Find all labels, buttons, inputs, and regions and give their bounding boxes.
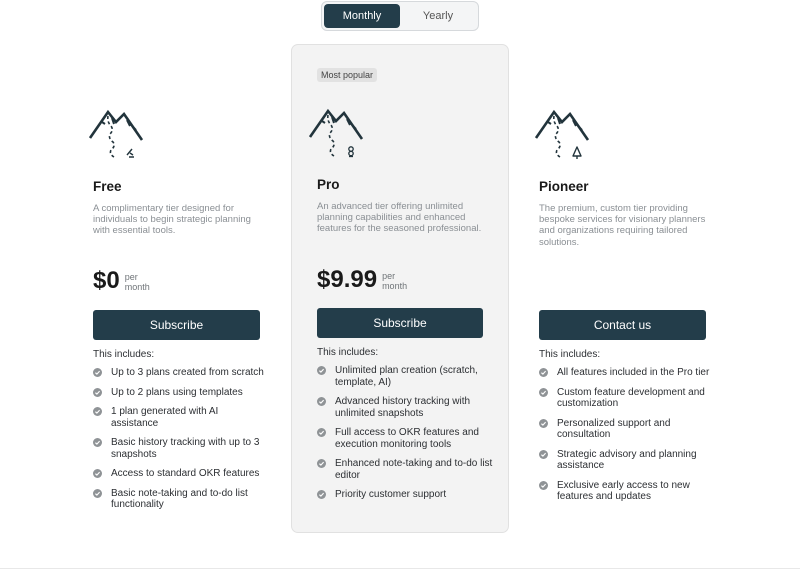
price-period: per month	[382, 271, 408, 291]
check-circle-icon	[93, 438, 102, 447]
check-circle-icon	[317, 490, 326, 499]
plan-card-pioneer: Pioneer The premium, custom tier providi…	[518, 56, 734, 556]
feature-item: Unlimited plan creation (scratch, templa…	[317, 365, 495, 388]
price-block: $0 per month	[93, 266, 150, 296]
feature-spacer	[93, 460, 268, 468]
plan-name: Pro	[317, 177, 340, 192]
feature-item: Enhanced note-taking and to-do list edit…	[317, 458, 495, 481]
feature-spacer	[93, 379, 268, 387]
check-circle-icon	[93, 407, 102, 416]
feature-item: Basic note-taking and to-do list functio…	[93, 488, 268, 511]
subscribe-button[interactable]: Subscribe	[93, 310, 260, 340]
feature-list: Up to 3 plans created from scratch Up to …	[93, 367, 268, 511]
feature-item: All features included in the Pro tier	[539, 367, 714, 379]
mountain-trees-icon	[308, 108, 364, 158]
feature-text: Access to standard OKR features	[111, 468, 260, 479]
subscribe-button[interactable]: Subscribe	[317, 308, 483, 338]
plan-price: $0	[93, 267, 120, 294]
plan-description: The premium, custom tier providing bespo…	[539, 203, 706, 248]
feature-text: Personalized support and consultation	[557, 417, 671, 441]
feature-spacer	[539, 410, 714, 418]
feature-item: Strategic advisory and planning assistan…	[539, 449, 714, 472]
check-circle-icon	[93, 469, 102, 478]
feature-text: Basic note-taking and to-do list functio…	[111, 487, 248, 511]
feature-spacer	[93, 398, 268, 406]
plan-card-pro: Most popular Pro An advanced tier offeri…	[291, 44, 509, 533]
feature-item: Advanced history tracking with unlimited…	[317, 396, 495, 419]
feature-spacer	[317, 481, 495, 489]
most-popular-badge: Most popular	[317, 68, 378, 82]
feature-text: Priority customer support	[335, 489, 447, 500]
plan-name: Pioneer	[539, 179, 589, 194]
includes-label: This includes:	[317, 347, 379, 358]
feature-text: Advanced history tracking with unlimited…	[335, 396, 471, 419]
feature-item: Personalized support and consultation	[539, 418, 714, 441]
feature-text: Up to 2 plans using templates	[111, 386, 243, 398]
feature-text: Enhanced note-taking and to-do list edit…	[335, 458, 493, 481]
feature-spacer	[93, 429, 268, 437]
includes-label: This includes:	[93, 349, 155, 360]
check-circle-icon	[539, 449, 548, 459]
plan-description: An advanced tier offering unlimited plan…	[317, 201, 482, 235]
feature-text: Unlimited plan creation (scratch, templa…	[335, 365, 478, 388]
feature-spacer	[539, 472, 714, 480]
feature-text: Custom feature development and customiza…	[557, 386, 705, 410]
feature-item: Full access to OKR features and executio…	[317, 427, 495, 450]
check-circle-icon	[539, 480, 548, 490]
contact-us-button[interactable]: Contact us	[539, 310, 706, 340]
check-circle-icon	[317, 397, 326, 406]
check-circle-icon	[317, 366, 326, 375]
check-circle-icon	[93, 488, 102, 498]
feature-item: Priority customer support	[317, 489, 495, 501]
feature-text: 1 plan generated with AI assistance	[111, 406, 219, 429]
feature-text: All features included in the Pro tier	[557, 367, 710, 378]
feature-list: All features included in the Pro tier Cus…	[539, 367, 714, 503]
check-circle-icon	[317, 459, 326, 468]
plan-price: $9.99	[317, 266, 378, 293]
feature-list: Unlimited plan creation (scratch, templa…	[317, 365, 495, 501]
feature-item: Exclusive early access to new features a…	[539, 480, 714, 503]
feature-spacer	[539, 379, 714, 387]
feature-text: Exclusive early access to new features a…	[557, 479, 690, 503]
mountain-tree-icon	[534, 109, 590, 159]
feature-text: Full access to OKR features and executio…	[335, 427, 479, 450]
feature-text: Basic history tracking with up to 3 snap…	[111, 437, 260, 460]
feature-text: Strategic advisory and planning assistan…	[557, 448, 697, 472]
check-circle-icon	[93, 387, 102, 397]
mountain-climber-icon	[88, 109, 144, 158]
feature-item: Up to 3 plans created from scratch	[93, 367, 268, 379]
toggle-monthly[interactable]: Monthly	[324, 4, 400, 28]
feature-item: Up to 2 plans using templates	[93, 387, 268, 399]
check-circle-icon	[539, 368, 548, 377]
check-circle-icon	[93, 368, 102, 377]
feature-item: Custom feature development and customiza…	[539, 387, 714, 410]
feature-spacer	[539, 441, 714, 449]
includes-label: This includes:	[539, 349, 601, 360]
feature-item: Basic history tracking with up to 3 snap…	[93, 437, 268, 460]
plan-card-free: Free A complimentary tier designed for i…	[72, 56, 288, 556]
feature-spacer	[317, 419, 495, 427]
feature-item: Access to standard OKR features	[93, 468, 268, 480]
check-circle-icon	[539, 418, 548, 428]
toggle-yearly[interactable]: Yearly	[400, 4, 476, 28]
divider	[0, 568, 800, 569]
feature-item: 1 plan generated with AI assistance	[93, 406, 268, 429]
plan-description: A complimentary tier designed for indivi…	[93, 203, 251, 237]
feature-text: Up to 3 plans created from scratch	[111, 367, 264, 378]
feature-spacer	[317, 388, 495, 396]
check-circle-icon	[317, 428, 326, 437]
plan-name: Free	[93, 179, 122, 194]
billing-toggle: Monthly Yearly	[321, 1, 479, 31]
price-period: per month	[124, 272, 150, 292]
feature-spacer	[93, 480, 268, 488]
price-block: $9.99 per month	[317, 265, 407, 295]
feature-spacer	[317, 450, 495, 458]
check-circle-icon	[539, 387, 548, 397]
